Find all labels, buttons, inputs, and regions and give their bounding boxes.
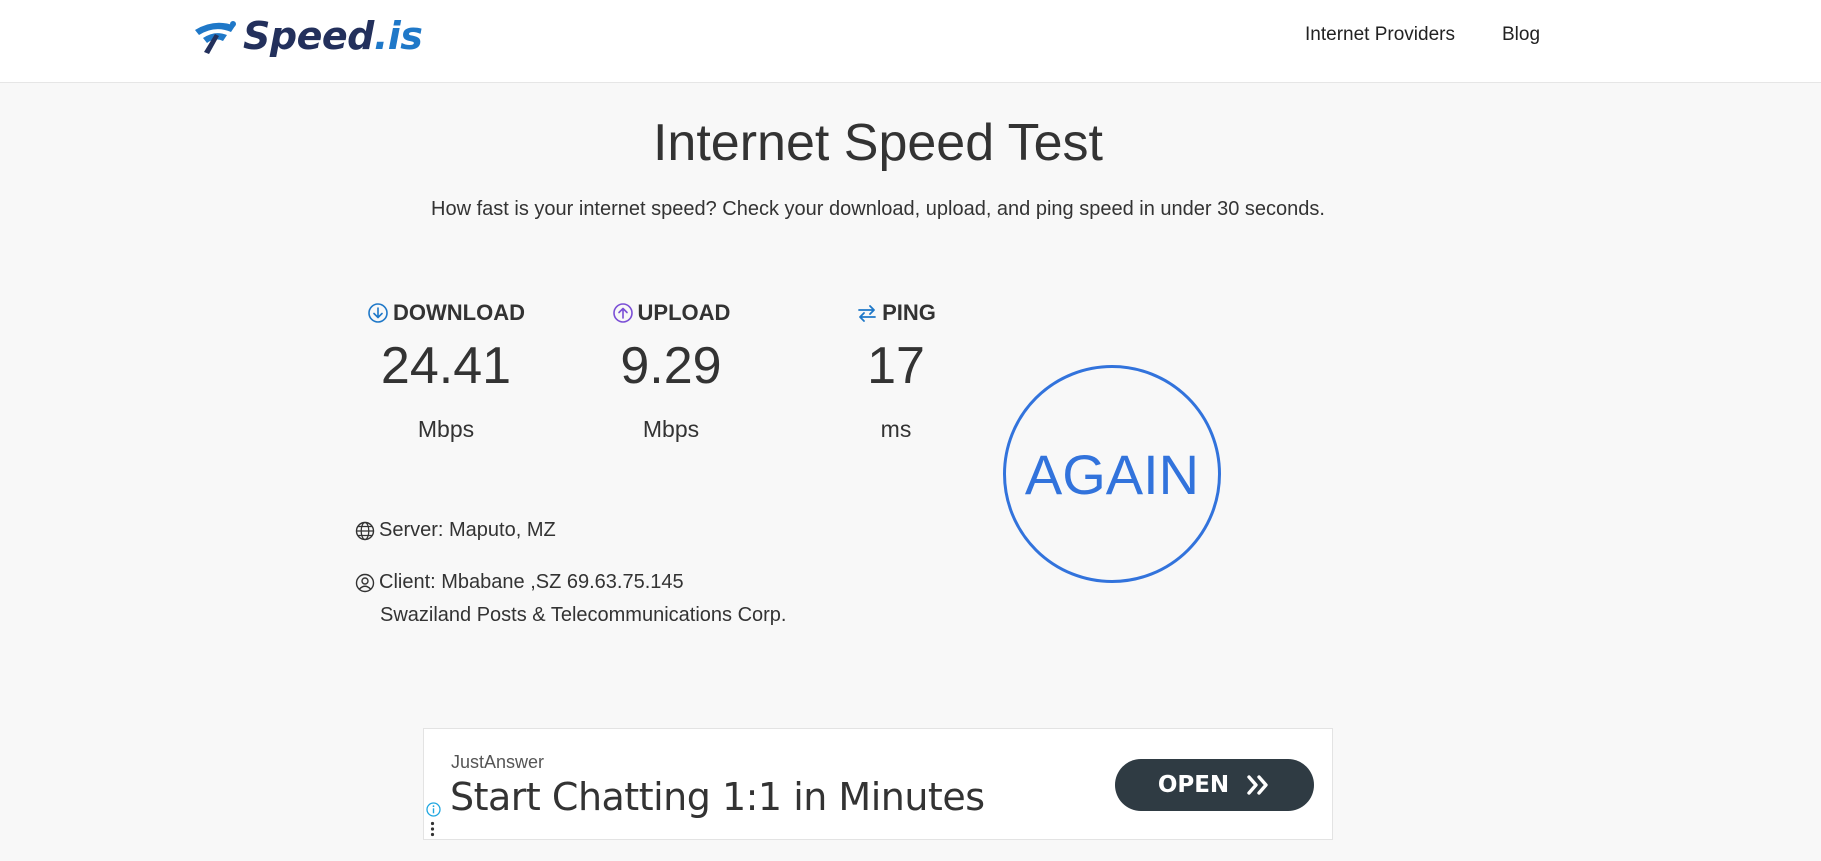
globe-icon xyxy=(355,521,375,541)
client-info: Client: Mbabane ,SZ 69.63.75.145 xyxy=(355,571,684,594)
download-icon xyxy=(368,303,388,323)
double-chevron-right-icon xyxy=(1247,775,1268,795)
download-value: 24.41 xyxy=(380,337,512,395)
ping-icon xyxy=(858,305,876,322)
upload-icon xyxy=(612,303,633,323)
site-logo[interactable]: Speed.is xyxy=(189,14,423,58)
ad-headline[interactable]: Start Chatting 1:1 in Minutes xyxy=(450,775,985,819)
ping-label: PING xyxy=(882,300,936,325)
download-unit: Mbps xyxy=(417,416,475,442)
server-info: Server: Maputo, MZ xyxy=(355,519,556,542)
download-metric: DOWNLOAD 24.41 Mbps xyxy=(351,300,541,443)
upload-label: UPLOAD xyxy=(637,300,731,325)
ad-banner[interactable]: JustAnswer Start Chatting 1:1 in Minutes… xyxy=(423,728,1333,840)
ad-open-label: OPEN xyxy=(1157,772,1230,798)
server-text: Server: Maputo, MZ xyxy=(379,519,556,541)
wifi-logo-icon xyxy=(195,21,236,54)
page-subtitle: How fast is your internet speed? Check y… xyxy=(431,198,1325,220)
ping-metric: PING 17 ms xyxy=(801,300,991,443)
ad-menu-dots-icon[interactable] xyxy=(430,821,435,837)
ad-open-button[interactable]: OPEN xyxy=(1115,759,1314,811)
upload-metric: UPLOAD 9.29 Mbps xyxy=(576,300,766,443)
client-isp: Swaziland Posts & Telecommunications Cor… xyxy=(380,604,787,626)
upload-value: 9.29 xyxy=(620,337,722,395)
logo-text-suffix: .is xyxy=(373,14,423,58)
download-label: DOWNLOAD xyxy=(393,300,525,325)
again-button[interactable]: AGAIN xyxy=(1003,365,1221,583)
ping-value: 17 xyxy=(867,337,925,395)
page-title: Internet Speed Test xyxy=(652,114,1104,172)
user-circle-icon xyxy=(355,573,375,593)
site-header: Speed.is Internet Providers Blog xyxy=(0,0,1821,83)
nav-link-blog[interactable]: Blog xyxy=(1502,24,1540,46)
logo-text-main: Speed xyxy=(243,14,374,58)
ad-info-icon[interactable] xyxy=(426,802,441,817)
upload-unit: Mbps xyxy=(642,416,700,442)
nav-link-internet-providers[interactable]: Internet Providers xyxy=(1305,24,1455,46)
ping-unit: ms xyxy=(880,416,912,442)
ad-advertiser: JustAnswer xyxy=(451,752,545,772)
client-text: Client: Mbabane ,SZ 69.63.75.145 xyxy=(379,571,684,593)
